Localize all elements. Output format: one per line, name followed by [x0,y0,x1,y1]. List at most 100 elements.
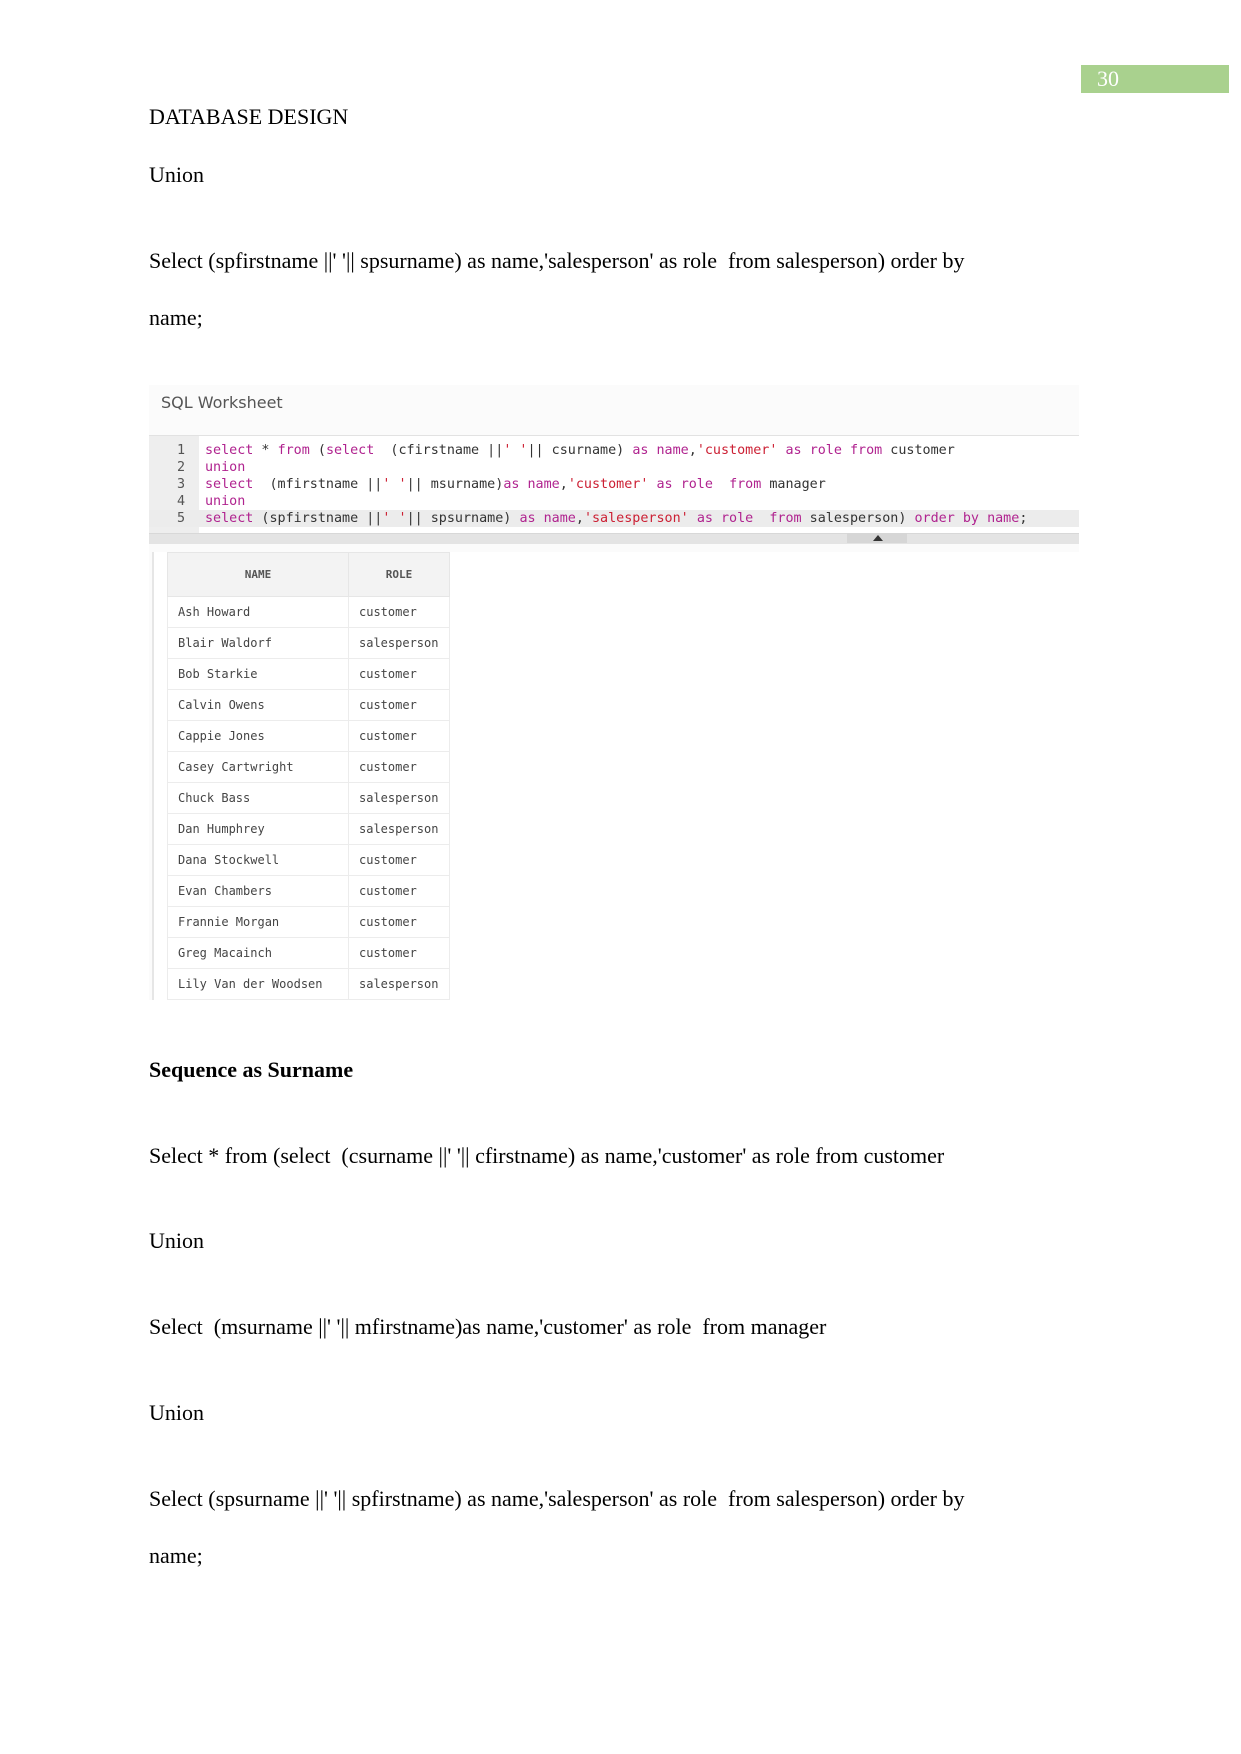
sql-keyword: role [721,511,754,526]
sql-keyword: union [205,494,246,509]
name-cell: Dana Stockwell [167,844,349,876]
table-row[interactable]: Ash Howard customer [167,596,450,628]
code-line[interactable]: 4 union [149,493,1079,510]
role-cell: customer [348,720,450,752]
sql-text: (mfirstname || [253,477,383,492]
sql-text: || msurname) [406,477,504,492]
table-row[interactable]: Casey Cartwright customer [167,751,450,783]
sql-keyword: as [503,477,520,492]
table-row-partial [167,999,450,1000]
query-text-line: name; [149,305,203,330]
sql-editor[interactable]: 1 select * from (select (cfirstname ||' '… [149,435,1079,534]
name-cell: Ash Howard [167,596,349,628]
column-header-name[interactable]: NAME [167,552,349,597]
query-results: NAME ROLE Ash Howard customer Blair Waldor… [152,552,1079,1000]
sql-string: 'salesperson' [583,511,689,526]
sql-keyword: select [205,511,254,526]
sql-text: || spsurname) [406,511,520,526]
name-cell: Calvin Owens [167,689,349,721]
page-header: DATABASE DESIGN [149,104,349,129]
name-cell: Blair Waldorf [167,627,349,659]
table-row[interactable]: Greg Macainch customer [167,937,450,969]
section-heading: Sequence as Surname [149,1057,354,1082]
role-cell: salesperson [348,968,450,1000]
sql-keyword: as [696,511,713,526]
role-cell: salesperson [348,782,450,814]
role-cell: customer [348,658,450,690]
sql-text: (spfirstname || [253,511,383,526]
page-number-badge: 30 [1081,65,1229,93]
page-number: 30 [1097,66,1119,91]
sql-keyword: order [914,511,955,526]
role-cell: customer [348,844,450,876]
code-line[interactable]: 1 select * from (select (cfirstname ||' '… [149,442,1079,459]
sql-text: (cfirstname || [374,443,504,458]
role-cell: customer [348,689,450,721]
query-text-line: name; [149,1543,203,1568]
query-text-line: Select (spsurname ||' '|| spfirstname) a… [149,1486,965,1511]
table-row[interactable]: Dan Humphrey salesperson [167,813,450,845]
sql-keyword: as [519,511,536,526]
query-text-line: Select (msurname ||' '|| mfirstname)as n… [149,1314,827,1339]
sql-keyword: from [729,477,762,492]
sql-string: 'customer' [696,443,778,458]
name-cell: Chuck Bass [167,782,349,814]
table-row[interactable]: Blair Waldorf salesperson [167,627,450,659]
role-cell: customer [348,906,450,938]
code-line[interactable]: 5 select (spfirstname ||' '|| spsurname) … [149,510,1079,527]
sql-keyword: by [962,511,979,526]
table-row[interactable]: Dana Stockwell customer [167,844,450,876]
sql-text: salesperson) [801,511,915,526]
sql-keyword: select [205,443,254,458]
sql-keyword: from [277,443,310,458]
name-cell: Dan Humphrey [167,813,349,845]
code-line[interactable]: 3 select (mfirstname ||' '|| msurname)as … [149,476,1079,493]
line-number: 4 [176,494,185,509]
results-table: NAME ROLE Ash Howard customer Blair Waldor… [167,552,450,1000]
role-cell: customer [348,596,450,628]
sql-keyword: as [656,477,673,492]
sql-text: ( [309,443,326,458]
table-row[interactable]: Chuck Bass salesperson [167,782,450,814]
table-row[interactable]: Calvin Owens customer [167,689,450,721]
query-text-line: Select * from (select (csurname ||' '|| … [149,1143,945,1168]
name-cell: Casey Cartwright [167,751,349,783]
sql-text: , [688,443,697,458]
table-row[interactable]: Cappie Jones customer [167,720,450,752]
sql-keyword: as [632,443,649,458]
code-line[interactable]: 2 union [149,459,1079,476]
sql-string: ' ' [503,443,528,458]
role-cell: customer [348,751,450,783]
sql-keyword: from [850,443,883,458]
sql-text: , [559,477,568,492]
sql-string: ' ' [382,511,407,526]
sql-text: manager [761,477,826,492]
name-cell: Bob Starkie [167,658,349,690]
sql-worksheet-screenshot: SQL Worksheet 1 select * from (select (cf… [149,385,1079,1000]
name-cell: Evan Chambers [167,875,349,907]
line-number: 1 [176,443,185,458]
union-label: Union [149,162,204,187]
name-cell: Lily Van der Woodsen [167,968,349,1000]
table-row[interactable]: Bob Starkie customer [167,658,450,690]
column-header-role[interactable]: ROLE [348,552,450,597]
table-row[interactable]: Evan Chambers customer [167,875,450,907]
table-row[interactable]: Frannie Morgan customer [167,906,450,938]
editor-splitter[interactable] [149,533,1079,544]
sql-text: customer [882,443,955,458]
collapse-arrow-icon[interactable] [847,533,907,543]
line-number: 5 [176,511,185,526]
table-row[interactable]: Lily Van der Woodsen salesperson [167,968,450,1000]
